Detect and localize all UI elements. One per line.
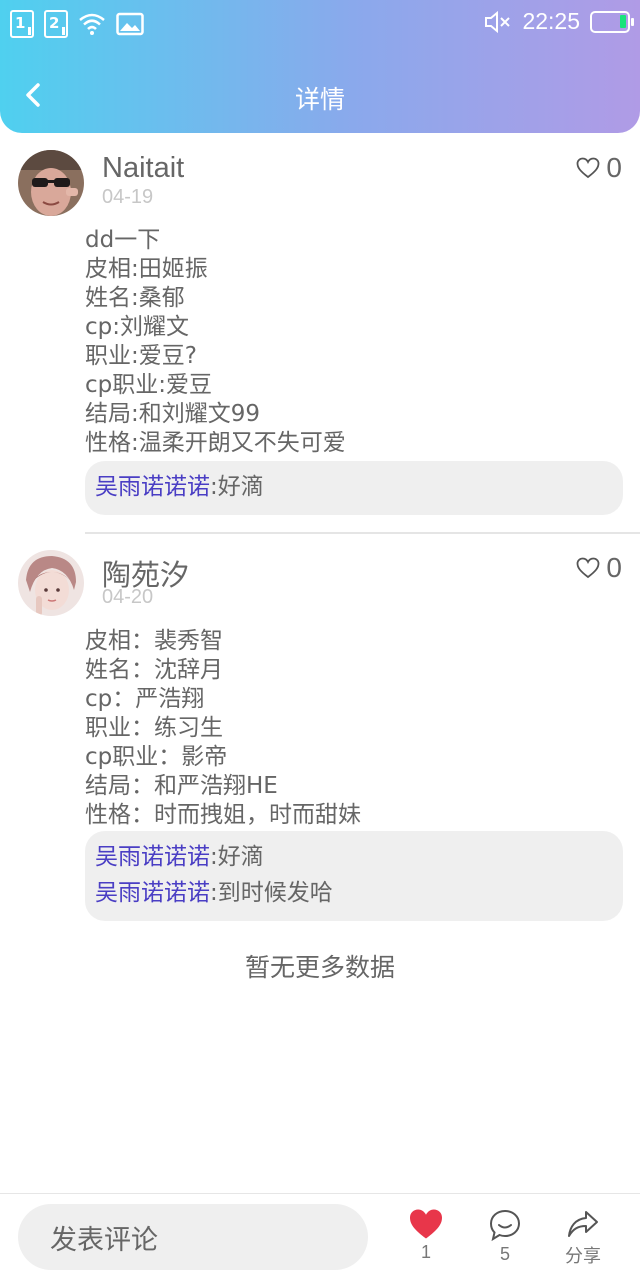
mute-icon <box>485 10 511 33</box>
share-arrow-icon <box>568 1211 598 1237</box>
avatar[interactable] <box>18 550 84 616</box>
battery-icon <box>590 10 634 33</box>
post-content: 皮相：裴秀智 姓名：沈辞月 cp：严浩翔 职业：练习生 cp职业：影帝 结局：和… <box>85 627 361 830</box>
heart-outline-icon <box>577 157 600 179</box>
post-date: 04-20 <box>102 586 154 608</box>
comment-user[interactable]: 吴雨诺诺诺 <box>95 844 210 870</box>
post-like-count: 0 <box>606 552 622 583</box>
sim2-label: 2 <box>49 14 60 32</box>
like-button[interactable]: 1 <box>396 1208 456 1263</box>
comment-box: 吴雨诺诺诺:好滴 吴雨诺诺诺:到时候发哈 <box>85 831 623 921</box>
post-line: cp：严浩翔 <box>85 686 205 712</box>
post-line: 性格:温柔开朗又不失可爱 <box>85 430 346 456</box>
clock: 22:25 <box>522 8 580 34</box>
sim1-icon: 1 <box>10 10 34 38</box>
comment-input[interactable]: 发表评论 <box>18 1204 368 1270</box>
heart-outline-icon <box>577 557 600 579</box>
sim1-label: 1 <box>15 14 26 32</box>
status-bar: 1 2 22:25 <box>0 0 640 48</box>
image-icon <box>116 12 144 36</box>
divider <box>85 532 640 534</box>
post-content: dd一下 皮相:田姬振 姓名:桑郁 cp:刘耀文 职业:爱豆? cp职业:爱豆 … <box>85 226 346 458</box>
post-like-button[interactable]: 0 <box>576 152 622 184</box>
bottom-bar: 发表评论 1 5 分享 <box>0 1193 640 1280</box>
share-button[interactable]: 分享 <box>553 1208 613 1268</box>
share-label: 分享 <box>565 1246 601 1266</box>
post-line: dd一下 <box>85 227 161 253</box>
post-line: 皮相：裴秀智 <box>85 628 223 654</box>
heart-filled-icon <box>410 1209 442 1239</box>
header: 1 2 22:25 详情 <box>0 0 640 133</box>
comment-text: :好滴 <box>210 474 264 500</box>
chat-bubble-icon <box>489 1209 521 1242</box>
post-line: cp:刘耀文 <box>85 314 189 340</box>
comment-count: 5 <box>499 1244 510 1264</box>
post-line: 姓名：沈辞月 <box>85 657 223 683</box>
post-line: cp职业:爱豆 <box>85 372 212 398</box>
post-line: 职业：练习生 <box>85 715 223 741</box>
post-line: 姓名:桑郁 <box>85 285 185 311</box>
post-line: cp职业：影帝 <box>85 744 228 770</box>
no-more-data-label: 暂无更多数据 <box>244 953 395 982</box>
post-line: 结局：和严浩翔HE <box>85 773 278 799</box>
comment[interactable]: 吴雨诺诺诺:好滴 <box>95 839 613 875</box>
page-title: 详情 <box>294 85 345 114</box>
comment-user[interactable]: 吴雨诺诺诺 <box>95 474 210 500</box>
post-like-button[interactable]: 0 <box>576 552 622 584</box>
comment-text: :好滴 <box>210 844 264 870</box>
sim2-icon: 2 <box>44 10 68 38</box>
comment-text: :到时候发哈 <box>210 880 333 906</box>
comment[interactable]: 吴雨诺诺诺:到时候发哈 <box>95 875 613 911</box>
comment-box: 吴雨诺诺诺:好滴 <box>85 461 623 515</box>
comment[interactable]: 吴雨诺诺诺:好滴 <box>95 469 613 505</box>
post-date: 04-19 <box>102 186 154 208</box>
post-line: 职业:爱豆? <box>85 343 197 369</box>
comments-button[interactable]: 5 <box>475 1208 535 1265</box>
post-author[interactable]: Naitait <box>102 152 184 185</box>
wifi-icon <box>79 13 105 35</box>
like-count: 1 <box>420 1242 431 1262</box>
avatar[interactable] <box>18 150 84 216</box>
post-line: 性格：时而拽姐，时而甜妹 <box>85 802 361 828</box>
post-like-count: 0 <box>606 152 622 183</box>
post-line: 结局:和刘耀文99 <box>85 401 261 427</box>
post-line: 皮相:田姬振 <box>85 256 208 282</box>
comment-user[interactable]: 吴雨诺诺诺 <box>95 880 210 906</box>
